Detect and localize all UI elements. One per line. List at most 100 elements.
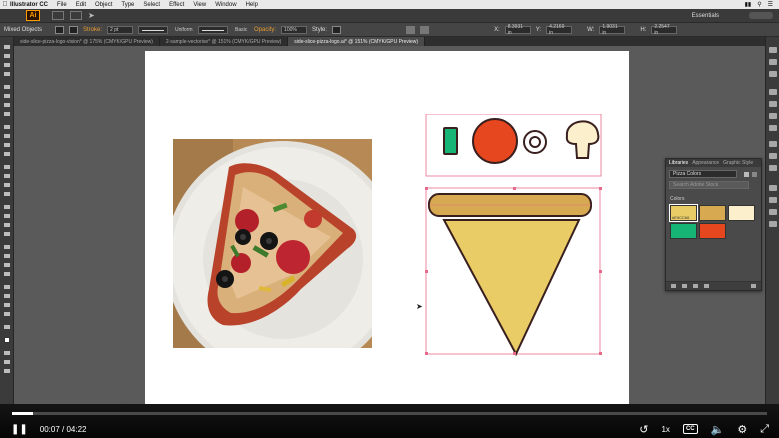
workspace-switcher[interactable]: Essentials <box>692 13 719 19</box>
brushes-icon[interactable] <box>769 113 777 119</box>
zoom-tool-icon[interactable] <box>3 325 11 330</box>
profile-select[interactable]: Uniform <box>173 26 193 34</box>
draw-mode-icon[interactable] <box>3 360 11 365</box>
library-select[interactable]: Pizza Colors <box>669 170 737 178</box>
search-stock-input[interactable] <box>749 12 773 19</box>
mushroom-shape[interactable] <box>565 120 600 159</box>
link-icon[interactable] <box>704 284 709 288</box>
curvature-tool-icon[interactable] <box>3 94 11 99</box>
swatch-green[interactable] <box>670 223 697 239</box>
swatch-red[interactable] <box>699 223 726 239</box>
properties-icon[interactable] <box>769 47 777 53</box>
fullscreen-icon[interactable]: ⤢ <box>760 423 769 436</box>
stroke-weight-field[interactable]: 2 pt <box>107 25 134 34</box>
pepperoni-shape[interactable] <box>472 118 518 164</box>
selection-tool-icon[interactable] <box>3 45 11 50</box>
tab-sample-vectorise[interactable]: 2-sample-vectorise* @ 151% (CMYK/GPU Pre… <box>160 37 289 46</box>
style-swatch[interactable] <box>332 25 342 34</box>
free-transform-tool-icon[interactable] <box>3 205 11 210</box>
align-icon[interactable] <box>406 25 416 34</box>
stroke-profile[interactable] <box>138 25 169 34</box>
transform-icon[interactable] <box>420 25 430 34</box>
mesh-tool-icon[interactable] <box>3 232 11 237</box>
cheese-triangle-shape[interactable] <box>442 219 581 357</box>
symbols-icon[interactable] <box>769 125 777 131</box>
pizza-photo[interactable] <box>173 139 372 348</box>
tab-pizza-logo[interactable]: side-slice-pizza-logo.ai* @ 151% (CMYK/G… <box>288 37 426 46</box>
graph-tool-icon[interactable] <box>3 285 11 290</box>
lasso-tool-icon[interactable] <box>3 72 11 77</box>
direct-selection-tool-icon[interactable] <box>3 54 11 59</box>
canvas-area[interactable]: ➤ <box>14 46 765 404</box>
h-field[interactable]: 2.2547 in <box>651 24 678 36</box>
rectangle-tool-icon[interactable] <box>3 125 11 130</box>
progress-bar[interactable] <box>12 412 767 415</box>
swatch-mushroom[interactable] <box>728 205 755 221</box>
send-icon[interactable]: ➤ <box>88 11 100 20</box>
fill-swatch[interactable] <box>55 25 65 34</box>
pathfinder-icon[interactable] <box>769 221 777 227</box>
grid-view-icon[interactable] <box>744 171 749 177</box>
hand-tool-icon[interactable] <box>3 312 11 317</box>
playback-speed[interactable]: 1x <box>661 425 669 434</box>
stroke-icon[interactable] <box>769 141 777 147</box>
tab-graphic-style[interactable]: Graphic Style <box>723 160 753 166</box>
tab-pizza-logo-vision[interactable]: side-slice-pizza-logo-vision* @ 175% (CM… <box>14 37 160 46</box>
transparency-icon[interactable] <box>769 165 777 171</box>
swatch-crust[interactable] <box>699 205 726 221</box>
scale-tool-icon[interactable] <box>3 183 11 188</box>
stroke-swatch[interactable] <box>69 25 79 34</box>
grid-icon[interactable] <box>70 11 82 20</box>
stroke-label[interactable]: Stroke: <box>83 27 102 33</box>
pencil-tool-icon[interactable] <box>3 143 11 148</box>
menu-edit[interactable]: Edit <box>76 2 86 8</box>
green-pepper-shape[interactable] <box>443 127 458 155</box>
rewind-15-icon[interactable]: ↺ <box>639 423 648 436</box>
align-panel-icon[interactable] <box>769 209 777 215</box>
perspective-grid-tool-icon[interactable] <box>3 223 11 228</box>
tab-libraries[interactable]: Libraries <box>669 160 688 166</box>
stock-search-input[interactable]: Search Adobe Stock <box>669 181 749 189</box>
symbol-sprayer-tool-icon[interactable] <box>3 272 11 277</box>
swatches-icon[interactable] <box>769 101 777 107</box>
eraser-tool-icon[interactable] <box>3 165 11 170</box>
opacity-field[interactable]: 100% <box>281 25 308 34</box>
pizza-vector-shapes[interactable] <box>424 113 604 359</box>
app-menu[interactable]: Illustrator CC <box>10 2 48 8</box>
gradient-tool-icon[interactable] <box>3 245 11 250</box>
menu-select[interactable]: Select <box>143 2 160 8</box>
arrange-docs-icon[interactable] <box>52 11 64 20</box>
volume-icon[interactable]: 🔈 <box>711 423 725 436</box>
pause-icon[interactable]: ❚❚ <box>11 424 28 435</box>
add-content-icon[interactable] <box>671 284 676 288</box>
rotate-tool-icon[interactable] <box>3 174 11 179</box>
search-icon[interactable]: ⚲ <box>757 1 761 8</box>
brush-definition[interactable] <box>198 25 229 34</box>
magic-wand-tool-icon[interactable] <box>3 63 11 68</box>
artboard-tool-icon[interactable] <box>3 294 11 299</box>
gradient-icon[interactable] <box>769 153 777 159</box>
shape-builder-tool-icon[interactable] <box>3 214 11 219</box>
menu-file[interactable]: File <box>57 2 67 8</box>
tab-appearance[interactable]: Appearance <box>692 160 719 166</box>
paintbrush-tool-icon[interactable] <box>3 134 11 139</box>
line-tool-icon[interactable] <box>3 112 11 117</box>
graphic-styles-icon[interactable] <box>769 197 777 203</box>
menu-object[interactable]: Object <box>95 2 112 8</box>
menu-type[interactable]: Type <box>121 2 134 8</box>
settings-icon[interactable]: ⚙ <box>737 423 747 436</box>
w-field[interactable]: 1.9031 in <box>599 24 626 36</box>
pen-tool-icon[interactable] <box>3 85 11 90</box>
captions-button[interactable]: CC <box>682 424 698 434</box>
eyedropper-tool-icon[interactable] <box>3 254 11 259</box>
opacity-label[interactable]: Opacity: <box>254 27 276 33</box>
x-field[interactable]: 8.3931 in <box>504 24 531 36</box>
color-icon[interactable] <box>769 89 777 95</box>
menu-list-icon[interactable]: ☰ <box>768 1 773 8</box>
fill-stroke-icon[interactable] <box>3 337 11 345</box>
y-field[interactable]: 4.2169 in <box>546 24 573 36</box>
libraries-icon[interactable] <box>769 71 777 77</box>
sync-icon[interactable] <box>682 284 687 288</box>
delete-icon[interactable] <box>751 284 756 288</box>
menu-help[interactable]: Help <box>246 2 258 8</box>
